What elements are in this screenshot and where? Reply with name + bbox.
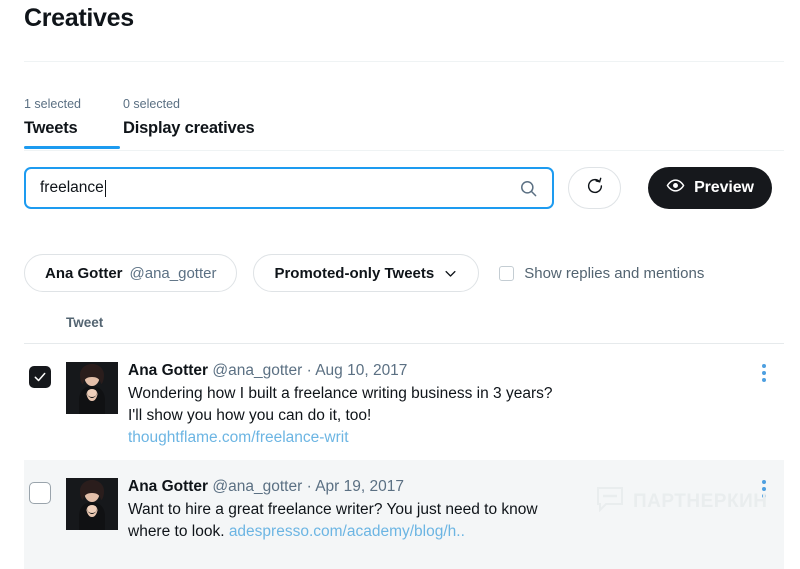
avatar-cell	[66, 474, 128, 569]
tab-active-indicator	[24, 146, 120, 149]
header-divider	[24, 61, 784, 62]
tabs-divider	[24, 150, 784, 151]
avatar	[66, 362, 128, 414]
tweet-author-name: Ana Gotter	[128, 478, 209, 495]
tweet-author-handle: @ana_gotter	[212, 478, 303, 495]
tweet-type-filter-label: Promoted-only Tweets	[274, 264, 435, 282]
tab-display-creatives-count: 0 selected	[122, 97, 180, 111]
kebab-menu-icon[interactable]	[762, 480, 766, 569]
tweet-link[interactable]: thoughtflame.com/freelance-writ	[128, 429, 349, 446]
account-filter-handle: @ana_gotter	[129, 264, 217, 282]
table-row[interactable]: Ana Gotter @ana_gotter · Aug 10, 2017 Wo…	[24, 344, 784, 468]
page-title: Creatives	[24, 4, 134, 32]
refresh-icon	[586, 177, 604, 200]
account-filter-name: Ana Gotter	[45, 264, 123, 282]
row-menu-cell	[744, 474, 784, 569]
preview-button[interactable]: Preview	[648, 167, 772, 209]
kebab-menu-icon[interactable]	[762, 364, 766, 454]
tweet-body-line2: to look.	[174, 523, 229, 540]
chevron-down-icon	[443, 266, 458, 281]
filters-row: Ana Gotter @ana_gotter Promoted-only Twe…	[24, 254, 704, 292]
show-replies-checkbox-box[interactable]	[499, 265, 515, 281]
tweet-author-name: Ana Gotter	[128, 362, 209, 379]
avatar	[66, 478, 128, 530]
tweet-content: Ana Gotter @ana_gotter · Aug 10, 2017 Wo…	[128, 358, 744, 468]
text-caret	[104, 179, 106, 197]
column-header-tweet: Tweet	[66, 315, 104, 330]
table-row[interactable]: Ana Gotter @ana_gotter · Apr 19, 2017 Wa…	[24, 460, 784, 569]
account-filter-pill[interactable]: Ana Gotter @ana_gotter	[24, 254, 238, 292]
tweet-meta-separator: ·	[306, 362, 312, 379]
tweet-meta: Ana Gotter @ana_gotter · Aug 10, 2017	[128, 360, 714, 382]
avatar-cell	[66, 358, 128, 454]
tab-display-creatives[interactable]: 0 selected Display creatives	[123, 96, 272, 140]
creatives-page: Creatives 1 selected Tweets 0 selected D…	[0, 0, 800, 569]
row-checkbox-unchecked[interactable]	[29, 482, 51, 504]
tweet-date: Apr 19, 2017	[315, 478, 404, 495]
search-input[interactable]: freelance	[24, 167, 554, 209]
show-replies-checkbox[interactable]: Show replies and mentions	[499, 265, 704, 282]
tab-tweets-count: 1 selected	[24, 97, 81, 111]
preview-button-label: Preview	[694, 179, 754, 196]
tweet-body-line2: show you how you can do it, too!	[146, 407, 372, 424]
tweet-link[interactable]: adespresso.com/academy/blog/h..	[229, 523, 465, 540]
tweet-date: Aug 10, 2017	[315, 362, 408, 379]
tab-tweets[interactable]: 1 selected Tweets	[24, 96, 120, 149]
tweet-meta: Ana Gotter @ana_gotter · Apr 19, 2017	[128, 476, 714, 498]
row-checkbox-checked[interactable]	[29, 366, 51, 388]
tweet-meta-separator: ·	[306, 478, 312, 495]
show-replies-checkbox-label: Show replies and mentions	[524, 264, 705, 282]
row-select-cell	[24, 474, 66, 569]
tweet-type-filter-pill[interactable]: Promoted-only Tweets	[253, 254, 480, 292]
search-input-value: freelance	[40, 179, 104, 197]
tweet-body: Want to hire a great freelance writer? Y…	[128, 499, 566, 543]
row-menu-cell	[744, 358, 784, 454]
tab-tweets-label: Tweets	[24, 119, 78, 137]
search-icon	[519, 179, 538, 198]
row-select-cell	[24, 358, 66, 454]
tweet-content: Ana Gotter @ana_gotter · Apr 19, 2017 Wa…	[128, 474, 744, 569]
refresh-button[interactable]	[568, 167, 621, 209]
eye-icon	[666, 176, 685, 200]
tweet-author-handle: @ana_gotter	[212, 362, 303, 379]
tweet-body: Wondering how I built a freelance writin…	[128, 383, 566, 471]
tab-display-creatives-label: Display creatives	[122, 119, 255, 137]
creative-type-tabs: 1 selected Tweets 0 selected Display cre…	[24, 96, 272, 149]
